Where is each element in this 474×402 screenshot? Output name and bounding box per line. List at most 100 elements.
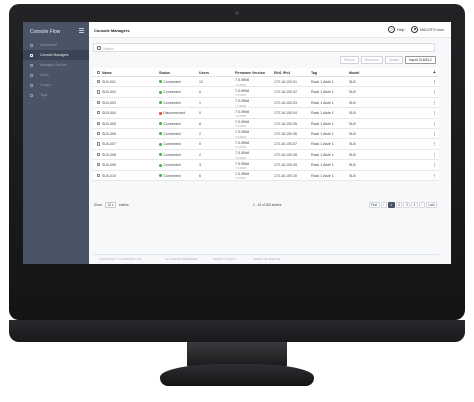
user-avatar-icon[interactable] [411, 26, 418, 33]
table-row[interactable]: SLB-001 Connected 12 7.0.0f5r8 7.0.0f5r8 172.… [93, 77, 439, 88]
row-checkbox[interactable] [97, 90, 101, 94]
column-header-status[interactable]: Status [159, 71, 170, 75]
rights-text: ALL RIGHTS RESERVED [165, 256, 198, 261]
status-text: Connected [163, 100, 181, 105]
console-managers-icon [30, 53, 33, 57]
device-name[interactable]: SLB-009 [102, 163, 116, 167]
users-count: 0 [199, 111, 201, 116]
column-header-firmware-version[interactable]: Firmware Version [235, 71, 265, 75]
select-all-checkbox[interactable] [97, 71, 101, 75]
status-text: Connected [163, 131, 181, 136]
import-slb-slc-button[interactable]: Import SLB/SLC [404, 56, 436, 64]
device-name[interactable]: SLB-006 [102, 132, 116, 136]
shutdown-button[interactable]: Shutdown [360, 56, 383, 64]
status-text: Connected [163, 163, 181, 168]
device-name[interactable]: SLB-002 [102, 90, 116, 94]
reboot-button[interactable]: Reboot [340, 56, 359, 64]
page-button[interactable]: 1 [387, 201, 395, 208]
row-checkbox[interactable] [97, 173, 101, 177]
device-name[interactable]: SLB-003 [102, 101, 116, 105]
more-actions-icon[interactable]: ⋮ [433, 142, 437, 146]
add-column-icon[interactable]: + [433, 70, 436, 76]
sidebar-item-label: Users [40, 73, 49, 77]
table-row[interactable]: SLB-009 Connected 3 7.0.0f5r8 7.0.0f5r8 172.1… [93, 160, 439, 171]
row-checkbox[interactable] [97, 142, 101, 146]
table-row[interactable]: SLB-003 Connected 1 7.0.0f5r8 7.0.0f5r8 172.1… [93, 98, 439, 109]
device-name[interactable]: SLB-004 [102, 111, 116, 115]
column-header-tag[interactable]: Tag [311, 71, 317, 75]
more-actions-icon[interactable]: ⋮ [433, 163, 437, 167]
more-actions-icon[interactable]: ⋮ [433, 122, 437, 126]
hamburger-menu-icon[interactable] [79, 28, 84, 33]
more-actions-icon[interactable]: ⋮ [433, 80, 437, 84]
column-header-eth1-ipv4[interactable]: Eth1 IPv4 [274, 71, 290, 75]
row-checkbox[interactable] [97, 131, 101, 136]
more-actions-icon[interactable]: ⋮ [433, 101, 437, 105]
table-row[interactable]: SLB-010 Connected 6 7.0.0f5r8 7.0.0f5r8 172.1… [93, 171, 439, 181]
status-dot-icon [159, 142, 162, 146]
more-actions-icon[interactable]: ⋮ [433, 132, 437, 136]
help-icon[interactable]: ? [388, 26, 395, 33]
screen: Console Flow Dashboard Console Managers Ma… [23, 22, 451, 264]
table-row[interactable]: SLB-006 Connected 2 7.0.0f5r8 7.0.0f5r8 172.1… [93, 129, 439, 140]
device-name[interactable]: SLB-008 [102, 153, 116, 157]
column-header-users[interactable]: Users [199, 71, 209, 75]
status-dot-icon [159, 163, 162, 167]
page-button[interactable]: ‹ [380, 201, 387, 208]
terms-of-service-link[interactable]: TERMS OF SERVICE [253, 257, 280, 261]
page-button[interactable]: First [368, 201, 380, 208]
sidebar-item-console-managers[interactable]: Console Managers [23, 50, 89, 60]
firmware-version: 7.0.0f5r8 7.0.0f5r8 [235, 172, 249, 180]
eth1-ipv4: 172.16.100.04 [274, 111, 297, 116]
device-name[interactable]: SLB-005 [102, 122, 116, 126]
more-actions-icon[interactable]: ⋮ [433, 90, 437, 94]
sidebar-item-users[interactable]: Users [23, 70, 89, 80]
sidebar-item-dashboard[interactable]: Dashboard [23, 40, 89, 50]
row-checkbox[interactable] [97, 163, 101, 167]
row-checkbox[interactable] [97, 100, 101, 104]
page-title: Console Managers [94, 28, 130, 33]
firmware-current: 7.0.0f5r8 [235, 78, 250, 83]
firmware-version: 7.0.0f5r8 7.0.0f5r8 [235, 120, 249, 128]
users-count: 6 [199, 173, 201, 178]
more-actions-icon[interactable]: ⋮ [433, 111, 437, 115]
monitor-stand-neck [187, 342, 287, 366]
row-checkbox[interactable] [97, 111, 101, 115]
page-size-select[interactable]: 10 ▾ [105, 201, 116, 208]
sidebar-item-managed-devices[interactable]: Managed Devices [23, 60, 89, 70]
device-name[interactable]: SLB-001 [102, 80, 116, 84]
update-button[interactable]: Update [384, 56, 403, 64]
page-button[interactable]: › [418, 201, 425, 208]
firmware-version: 7.0.0f5r8 7.0.0f5r8 [235, 99, 249, 107]
more-actions-icon[interactable]: ⋮ [433, 174, 437, 178]
firmware-current: 7.0.0f5r8 [235, 119, 250, 124]
page-button[interactable]: 4 [411, 201, 418, 208]
table-row[interactable]: SLB-004 Disconnected 0 7.0.0f5r8 7.0.0f5r8 17… [93, 108, 439, 119]
table-row[interactable]: SLB-008 Connected 2 7.0.0f5r8 7.0.0f5r8 172.1… [93, 150, 439, 161]
table-row[interactable]: SLB-002 Connected 0 7.0.0f5r8 7.0.0f5r8 172.1… [93, 87, 439, 98]
user-menu[interactable]: MACHTO User [420, 28, 444, 32]
help-link[interactable]: Help [397, 28, 404, 32]
row-checkbox[interactable] [97, 121, 101, 125]
page-button[interactable]: Last [425, 201, 437, 208]
column-header-model[interactable]: Model [349, 71, 359, 75]
row-checkbox[interactable] [97, 152, 101, 156]
privacy-policy-link[interactable]: PRIVACY POLICY [213, 257, 236, 261]
device-name[interactable]: SLB-007 [102, 142, 116, 146]
sidebar-item-tags[interactable]: Tags [23, 90, 89, 100]
table-row[interactable]: SLB-007 Connected 0 7.0.0f5r8 7.0.0f5r8 172.1… [93, 139, 439, 150]
page-button[interactable]: 2 [395, 201, 403, 208]
sidebar-item-groups[interactable]: Groups [23, 80, 89, 90]
firmware-current: 7.0.0f5r8 [235, 88, 250, 93]
webcam-icon [235, 11, 239, 15]
device-name[interactable]: SLB-010 [102, 174, 116, 178]
page-button[interactable]: 3 [403, 201, 411, 208]
search-input[interactable]: Search [93, 43, 435, 52]
more-actions-icon[interactable]: ⋮ [433, 153, 437, 157]
firmware-secondary: 7.0.0f5r8 [235, 113, 247, 118]
eth1-ipv4: 172.16.100.08 [274, 152, 297, 157]
row-checkbox[interactable] [97, 80, 101, 84]
table-row[interactable]: SLB-005 Connected 8 7.0.0f5r8 7.0.0f5r8 172.1… [93, 119, 439, 129]
firmware-version: 7.0.0f5r8 7.0.0f5r8 [235, 130, 249, 138]
column-header-name[interactable]: Name [102, 71, 112, 75]
